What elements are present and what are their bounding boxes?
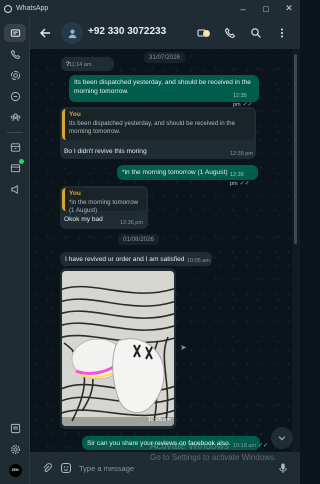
whatsapp-logo-icon	[4, 4, 12, 13]
message-time: 12:36 pm	[120, 220, 143, 226]
voice-call-icon[interactable]	[223, 26, 237, 40]
back-arrow-icon[interactable]	[38, 26, 52, 40]
date-separator: 31/07/2026	[144, 52, 185, 63]
channels-icon[interactable]	[7, 88, 23, 104]
quote-text: Its been dispatched yesterday, and shoul…	[69, 119, 236, 136]
contact-avatar-icon[interactable]	[61, 22, 83, 44]
rail-divider	[7, 132, 23, 133]
title-bar: WhatsApp – □ ✕	[0, 0, 300, 17]
chevron-down-icon	[278, 436, 286, 441]
sticker-icon[interactable]	[59, 461, 73, 475]
product-photo[interactable]: 10:05 am	[62, 271, 174, 426]
date-separator: 01/08/2026	[118, 234, 159, 245]
broadcast-icon[interactable]	[7, 181, 23, 197]
chats-icon[interactable]	[4, 24, 26, 42]
navigation-rail: ZEN	[0, 17, 30, 484]
profile-text: ZEN	[8, 463, 22, 477]
chat-header: +92 330 3072233	[30, 17, 300, 49]
status-icon[interactable]	[7, 67, 23, 83]
close-button[interactable]: ✕	[278, 0, 300, 17]
message-incoming[interactable]: ? 11:14 am	[61, 57, 114, 71]
message-incoming-reply[interactable]: You *in the morning tomorrow (1 August) …	[60, 186, 148, 229]
contact-name[interactable]: +92 330 3072233	[88, 26, 166, 37]
watermark-subtitle: Go to Settings to activate Windows.	[150, 453, 277, 462]
minimize-button[interactable]: –	[232, 0, 254, 17]
communities-icon[interactable]	[7, 109, 23, 125]
message-time: 11:14 am	[69, 62, 92, 68]
quote-author: You	[69, 190, 81, 197]
mic-icon[interactable]	[276, 461, 290, 475]
mouse-photo-image	[62, 271, 174, 426]
message-text: *in the morning tomorrow (1 August)	[122, 169, 228, 176]
quoted-message[interactable]: You *in the morning tomorrow (1 August)	[62, 188, 146, 214]
archive-icon[interactable]	[7, 139, 23, 155]
message-time: 10:05 am	[148, 417, 171, 423]
chat-scrollbar[interactable]	[294, 54, 297, 244]
quoted-message[interactable]: You Its been dispatched yesterday, and s…	[62, 109, 254, 140]
message-text: Its been dispatched yesterday, and shoul…	[74, 79, 251, 95]
quote-author: You	[69, 111, 81, 118]
message-outgoing[interactable]: *in the morning tomorrow (1 August) 12:3…	[117, 165, 258, 187]
message-incoming[interactable]: I have revived ur order and I am satisfi…	[60, 252, 212, 266]
watermark-title: Activate Windows	[150, 441, 229, 452]
message-time: 10:05 am	[187, 258, 210, 264]
search-icon[interactable]	[249, 26, 263, 40]
whatsapp-window: WhatsApp – □ ✕ ZEN +92 330 3072233 31/07…	[0, 0, 300, 484]
message-text: Bo I didn't revive this moring	[64, 148, 147, 155]
profile-avatar[interactable]: ZEN	[7, 462, 23, 478]
quote-text: *in the morning tomorrow (1 August)	[69, 198, 139, 215]
media-icon[interactable]	[7, 420, 23, 436]
attach-icon[interactable]	[40, 461, 54, 475]
window-title: WhatsApp	[16, 5, 49, 12]
read-ticks-icon: ✓✓	[239, 181, 250, 187]
calls-icon[interactable]	[7, 46, 23, 62]
maximize-button[interactable]: □	[255, 0, 277, 17]
activation-watermark: Activate Windows Go to Settings to activ…	[150, 441, 276, 463]
message-time: 12:35 pm	[230, 151, 253, 157]
message-text: I have revived ur order and I am satisfi…	[65, 256, 185, 263]
unread-indicator	[19, 159, 24, 164]
message-outgoing[interactable]: Its been dispatched yesterday, and shoul…	[69, 75, 259, 108]
message-time-wrap: 12:36 pm ✓✓	[230, 171, 258, 189]
more-options-icon[interactable]	[275, 26, 289, 40]
video-call-icon[interactable]	[196, 26, 210, 40]
forward-icon[interactable]: ➤	[180, 343, 187, 352]
settings-icon[interactable]	[7, 441, 23, 457]
message-incoming-reply[interactable]: You Its been dispatched yesterday, and s…	[60, 107, 256, 159]
message-text: Okok my bad	[64, 216, 103, 223]
